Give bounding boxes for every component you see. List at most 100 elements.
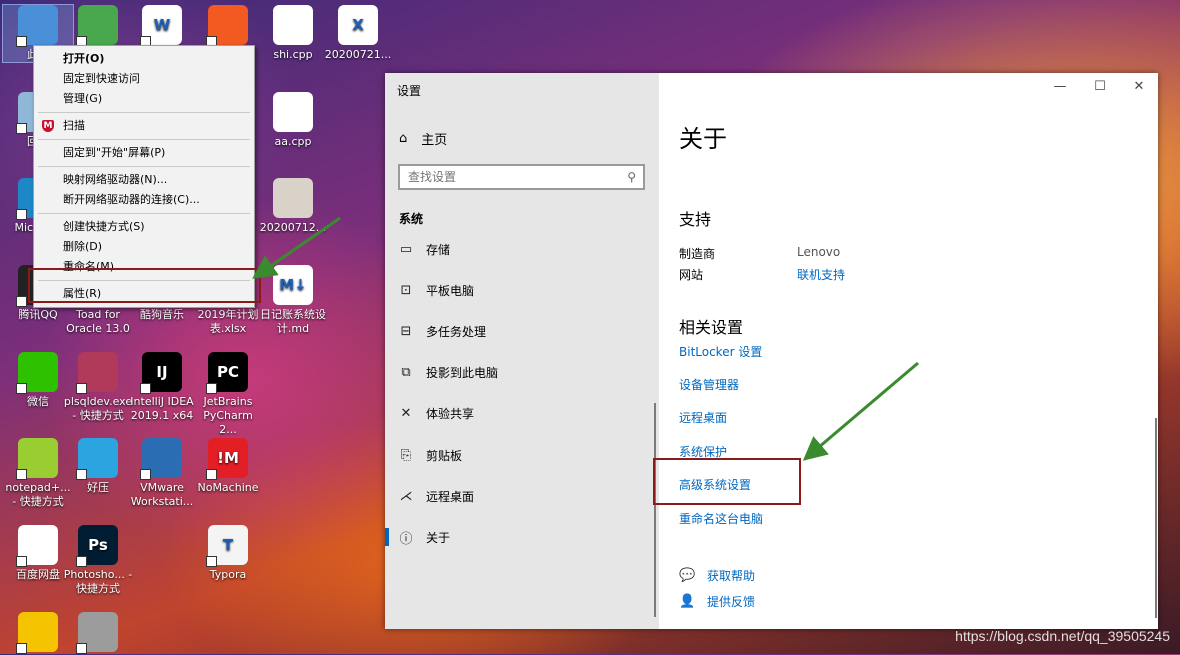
menu-item-map-drive[interactable]: 映射网络驱动器(N)... xyxy=(34,170,254,190)
desktop-icon-label: Toad for Oracle 13.0 xyxy=(66,308,130,335)
website-label: 网站 xyxy=(679,268,704,282)
sidebar-item-label: 剪贴板 xyxy=(426,448,463,463)
desktop-icon[interactable]: W xyxy=(127,5,197,48)
sidebar-item-label: 平板电脑 xyxy=(426,283,475,298)
sidebar-item-project[interactable]: ⧉ 投影到此电脑 xyxy=(385,354,659,390)
desktop-icon[interactable]: 20200712... xyxy=(258,178,328,235)
desktop-icon[interactable] xyxy=(193,5,263,48)
shared-experiences-icon: ✕ xyxy=(400,405,412,421)
notepad-plus-icon xyxy=(16,438,58,480)
close-button[interactable]: ✕ xyxy=(1119,79,1159,94)
sidebar-item-label: 关于 xyxy=(426,530,451,545)
related-settings-heading: 相关设置 xyxy=(679,318,744,337)
page-title: 关于 xyxy=(679,125,727,153)
desktop-icon[interactable]: VMware Workstati... xyxy=(127,438,197,509)
pycharm-icon: PC xyxy=(206,352,248,394)
desktop-icon[interactable]: M↓ 日记账系统设计.md xyxy=(258,265,328,336)
desktop-icon[interactable]: Ps Photosho... - 快捷方式 xyxy=(63,525,133,596)
dvd-icon xyxy=(76,612,118,654)
desktop-icon-label: NoMachine xyxy=(197,481,259,494)
nav-home[interactable]: ⌂ 主页 xyxy=(399,129,447,148)
sidebar-category-title: 系统 xyxy=(399,212,424,226)
spring-app-icon xyxy=(76,5,118,47)
desktop-icon[interactable]: shi.cpp xyxy=(258,5,328,62)
desktop-icon[interactable]: aa.cpp xyxy=(258,92,328,149)
search-icon[interactable]: ⚲ xyxy=(627,170,636,184)
sidebar-item-info[interactable]: ⓘ 关于 xyxy=(385,519,659,555)
desktop-icon[interactable]: IJ IntelliJ IDEA 2019.1 x64 xyxy=(127,352,197,423)
desktop-icon[interactable]: T Typora xyxy=(193,525,263,582)
desktop-icon[interactable] xyxy=(63,612,133,655)
get-help-link[interactable]: 💬 获取帮助 xyxy=(679,567,755,584)
menu-item-scan[interactable]: M 扫描 xyxy=(34,116,254,136)
intellij-icon: IJ xyxy=(140,352,182,394)
sidebar-item-remote-desktop[interactable]: ⋌ 远程桌面 xyxy=(385,478,659,514)
desktop-icon-label: 好压 xyxy=(87,481,109,494)
bitlocker-settings-link[interactable]: BitLocker 设置 xyxy=(679,343,762,360)
excel-file-icon: X xyxy=(338,5,378,45)
sidebar-item-shared-experiences[interactable]: ✕ 体验共享 xyxy=(385,395,659,431)
sidebar-scrollbar[interactable] xyxy=(654,403,656,617)
online-support-link[interactable]: 联机支持 xyxy=(797,266,845,283)
file-icon xyxy=(273,92,313,132)
plsql-icon xyxy=(76,352,118,394)
settings-main-panel: — ☐ ✕ 关于 支持 制造商 Lenovo 网站 联机支持 相关设置 BitL… xyxy=(659,73,1158,629)
desktop-icon-label: aa.cpp xyxy=(274,135,312,148)
desktop-icon[interactable]: 好压 xyxy=(63,438,133,495)
menu-item-manage[interactable]: 管理(G) xyxy=(34,89,254,109)
main-scrollbar[interactable] xyxy=(1155,418,1157,618)
menu-separator xyxy=(38,166,250,167)
feedback-link[interactable]: 👤 提供反馈 xyxy=(679,593,755,610)
sidebar-item-multitasking[interactable]: ⊟ 多任务处理 xyxy=(385,313,659,349)
desktop-icon-label: JetBrains PyCharm 2... xyxy=(203,395,253,436)
file-icon xyxy=(273,5,313,45)
sidebar-item-tablet[interactable]: ⊡ 平板电脑 xyxy=(385,272,659,308)
menu-item-create-shortcut[interactable]: 创建快捷方式(S) xyxy=(34,217,254,237)
settings-sidebar: 设置 ⌂ 主页 ⚲ 系统 ▭ 存储 ⊡ 平板电脑 ⊟ 多任务处理 ⧉ 投影到此电脑 ✕ 体验共享 ⎘… xyxy=(385,73,659,629)
nomachine-icon: !M xyxy=(206,438,248,480)
desktop-icon-label: Typora xyxy=(209,568,247,581)
wechat-icon xyxy=(16,352,58,394)
image-file-icon xyxy=(273,178,313,218)
menu-item-delete[interactable]: 删除(D) xyxy=(34,237,254,257)
tablet-icon: ⊡ xyxy=(400,282,412,298)
info-icon: ⓘ xyxy=(399,531,413,547)
player-icon xyxy=(16,612,58,654)
rename-pc-link[interactable]: 重命名这台电脑 xyxy=(679,510,763,527)
sidebar-item-clipboard[interactable]: ⎘ 剪贴板 xyxy=(385,437,659,473)
menu-item-open[interactable]: 打开(O) xyxy=(34,49,254,69)
desktop-icon-label: VMware Workstati... xyxy=(130,481,194,508)
desktop-icon-label: 日记账系统设计.md xyxy=(260,308,326,335)
mcafee-shield-icon: M xyxy=(42,120,54,132)
home-icon: ⌂ xyxy=(399,131,408,146)
menu-item-disconnect-drive[interactable]: 断开网络驱动器的连接(C)... xyxy=(34,190,254,210)
desktop-icon[interactable]: PC JetBrains PyCharm 2... xyxy=(193,352,263,437)
desktop-icon-label: Photosho... - 快捷方式 xyxy=(63,568,133,595)
desktop-icon[interactable]: !M NoMachine xyxy=(193,438,263,495)
markdown-file-icon: M↓ xyxy=(273,265,313,305)
maximize-button[interactable]: ☐ xyxy=(1080,79,1120,94)
desktop-icon-label: plsqldev.exe - 快捷方式 xyxy=(63,395,133,422)
menu-separator xyxy=(38,139,250,140)
desktop-icon[interactable]: plsqldev.exe - 快捷方式 xyxy=(63,352,133,423)
menu-item-pin-start[interactable]: 固定到"开始"屏幕(P) xyxy=(34,143,254,163)
nav-home-label: 主页 xyxy=(421,133,448,148)
remote-desktop-link[interactable]: 远程桌面 xyxy=(679,409,727,426)
highlight-box-properties xyxy=(28,268,261,303)
desktop-icon[interactable]: X 20200721... xyxy=(323,5,393,62)
sidebar-item-storage[interactable]: ▭ 存储 xyxy=(385,231,659,267)
minimize-button[interactable]: — xyxy=(1040,79,1080,94)
sidebar-item-label: 投影到此电脑 xyxy=(426,365,499,380)
project-icon: ⧉ xyxy=(401,364,411,380)
menu-separator xyxy=(38,213,250,214)
desktop-icon[interactable] xyxy=(63,5,133,48)
manufacturer-label: 制造商 xyxy=(679,247,716,261)
desktop-icon-label: IntelliJ IDEA 2019.1 x64 xyxy=(130,395,194,422)
settings-search-box[interactable]: ⚲ xyxy=(398,164,645,190)
device-manager-link[interactable]: 设备管理器 xyxy=(679,376,739,393)
computer-icon xyxy=(16,5,58,47)
settings-search-input[interactable] xyxy=(400,166,618,188)
paint-app-icon xyxy=(206,5,248,47)
sidebar-item-label: 多任务处理 xyxy=(426,324,487,339)
menu-item-pin-quick-access[interactable]: 固定到快速访问 xyxy=(34,69,254,89)
